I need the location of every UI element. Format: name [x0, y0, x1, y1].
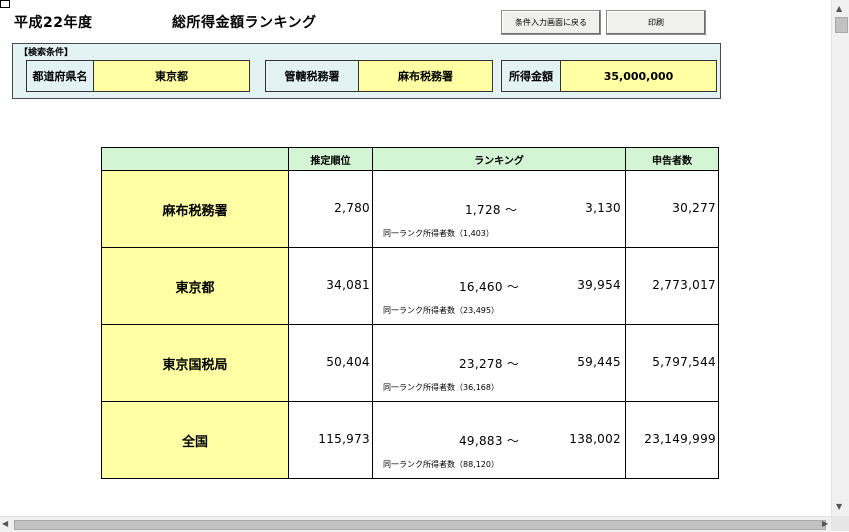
window-control-icon — [0, 0, 10, 8]
estimated-rank-value: 2,780 — [334, 201, 370, 215]
vertical-scroll-thumb[interactable] — [835, 17, 848, 33]
header-blank — [101, 147, 289, 171]
filers-value: 30,277 — [672, 201, 716, 215]
rank-to-value: 39,954 — [577, 278, 621, 292]
row-name: 麻布税務署 — [101, 170, 289, 248]
same-rank-count-note: 同一ランク所得者数（1,403） — [383, 229, 494, 238]
table-row: 麻布税務署 2,780 1,728 〜 3,130 同一ランク所得者数（1,40… — [101, 170, 719, 248]
print-button[interactable]: 印刷 — [606, 10, 706, 35]
tax-office-value: 麻布税務署 — [359, 61, 492, 91]
estimated-rank-value: 115,973 — [318, 432, 370, 446]
rank-to-value: 3,130 — [585, 201, 621, 215]
table-row: 全国 115,973 49,883 〜 138,002 同一ランク所得者数（88… — [101, 401, 719, 479]
row-name: 東京国税局 — [101, 324, 289, 402]
same-rank-count-note: 同一ランク所得者数（23,495） — [383, 306, 499, 315]
header-ranking: ランキング — [372, 147, 626, 171]
horizontal-scrollbar[interactable]: ◀ ▶ — [0, 516, 831, 532]
scroll-up-arrow-icon[interactable]: ▲ — [836, 4, 842, 13]
row-name: 東京都 — [101, 247, 289, 325]
header-filers: 申告者数 — [625, 147, 719, 171]
horizontal-scroll-thumb[interactable] — [14, 520, 826, 530]
row-name: 全国 — [101, 401, 289, 479]
search-conditions-panel: 【検索条件】 都道府県名 東京都 管轄税務署 麻布税務署 所得金額 35,000… — [12, 43, 721, 99]
search-conditions-heading: 【検索条件】 — [19, 48, 74, 58]
same-rank-count-note: 同一ランク所得者数（88,120） — [383, 460, 499, 469]
rank-from-value: 1,728 〜 — [465, 203, 518, 217]
rank-to-value: 59,445 — [577, 355, 621, 369]
page-title: 総所得金額ランキング — [172, 15, 317, 31]
ranking-table: 推定順位 ランキング 申告者数 麻布税務署 2,780 1,728 〜 3,13… — [101, 147, 719, 479]
rank-from-value: 49,883 〜 — [459, 434, 520, 448]
income-amount-value: 35,000,000 — [561, 61, 716, 91]
estimated-rank-value: 50,404 — [326, 355, 370, 369]
tilde-icon: 〜 — [506, 434, 520, 448]
prefecture-value: 東京都 — [94, 61, 249, 91]
table-row: 東京都 34,081 16,460 〜 39,954 同一ランク所得者数（23,… — [101, 247, 719, 325]
income-amount-label: 所得金額 — [502, 61, 561, 91]
header-estimated-rank: 推定順位 — [288, 147, 373, 171]
back-to-input-button[interactable]: 条件入力画面に戻る — [501, 10, 601, 35]
fiscal-year-title: 平成22年度 — [14, 15, 93, 31]
tilde-icon: 〜 — [504, 203, 518, 217]
scroll-right-arrow-icon[interactable]: ▶ — [822, 519, 828, 528]
tilde-icon: 〜 — [506, 357, 520, 371]
income-amount-field: 所得金額 35,000,000 — [501, 60, 717, 92]
same-rank-count-note: 同一ランク所得者数（36,168） — [383, 383, 499, 392]
filers-value: 5,797,544 — [652, 355, 716, 369]
scroll-left-arrow-icon[interactable]: ◀ — [2, 519, 8, 528]
rank-from-value: 16,460 〜 — [459, 280, 520, 294]
prefecture-field: 都道府県名 東京都 — [26, 60, 250, 92]
filers-value: 2,773,017 — [652, 278, 716, 292]
vertical-scrollbar[interactable]: ▲ ▼ — [831, 0, 849, 516]
tilde-icon: 〜 — [506, 280, 520, 294]
table-row: 東京国税局 50,404 23,278 〜 59,445 同一ランク所得者数（3… — [101, 324, 719, 402]
filers-value: 23,149,999 — [644, 432, 716, 446]
rank-from-value: 23,278 〜 — [459, 357, 520, 371]
table-header-row: 推定順位 ランキング 申告者数 — [101, 147, 719, 171]
rank-to-value: 138,002 — [569, 432, 621, 446]
tax-office-field: 管轄税務署 麻布税務署 — [265, 60, 493, 92]
tax-office-label: 管轄税務署 — [266, 61, 359, 91]
prefecture-label: 都道府県名 — [27, 61, 94, 91]
scrollbar-corner — [831, 516, 849, 531]
scroll-down-arrow-icon[interactable]: ▼ — [836, 502, 842, 511]
estimated-rank-value: 34,081 — [326, 278, 370, 292]
